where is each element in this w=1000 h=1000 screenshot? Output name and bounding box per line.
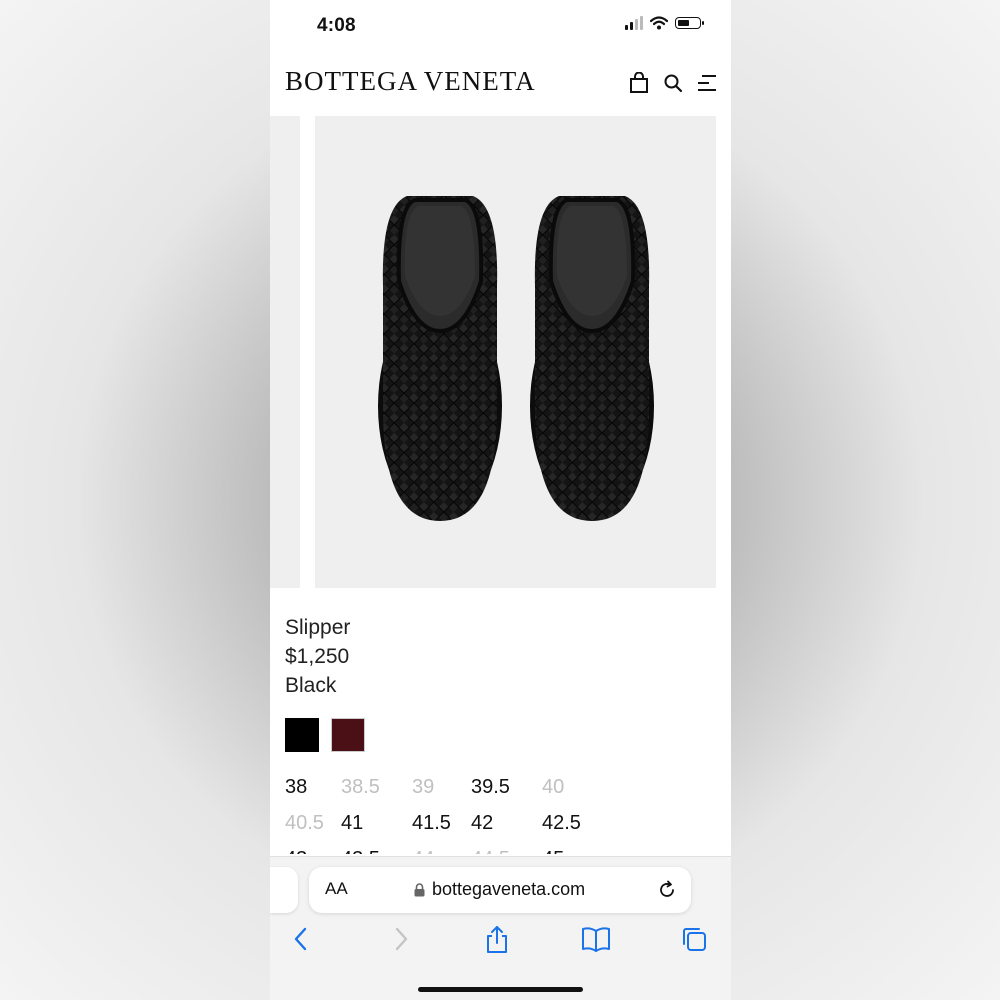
share-icon[interactable]: [484, 925, 510, 955]
reload-icon[interactable]: [657, 880, 677, 900]
browser-bottom-bar: AA bottegaveneta.com: [270, 856, 731, 1000]
tabs-icon[interactable]: [680, 925, 708, 953]
browser-toolbar: [270, 925, 731, 959]
text-size-button[interactable]: AA: [325, 879, 348, 899]
battery-icon: [675, 17, 704, 29]
size-option-44.5[interactable]: 44.5: [471, 848, 510, 854]
forward-icon[interactable]: [392, 925, 410, 953]
menu-icon[interactable]: [697, 73, 717, 93]
bookmarks-icon[interactable]: [581, 925, 611, 953]
size-option-39[interactable]: 39: [412, 776, 434, 799]
slipper-pair-illustration: [378, 196, 654, 521]
status-time: 4:08: [317, 15, 356, 36]
product-name: Slipper: [285, 616, 351, 639]
size-option-42.5[interactable]: 42.5: [542, 812, 581, 835]
size-option-44[interactable]: 44: [412, 848, 434, 854]
right-slipper: [530, 196, 654, 521]
cellular-signal-icon: [625, 16, 643, 30]
size-selector: 38 38.5 39 39.5 40 40.5 41 41.5 42 42.5 43 43.5 44 44…: [285, 774, 725, 854]
size-option-40[interactable]: 40: [542, 776, 564, 799]
previous-tab-edge[interactable]: [270, 867, 298, 913]
size-option-45[interactable]: 45: [542, 848, 564, 854]
size-option-38.5[interactable]: 38.5: [341, 776, 380, 799]
size-option-41.5[interactable]: 41.5: [412, 812, 451, 835]
size-option-40.5[interactable]: 40.5: [285, 812, 324, 835]
header-actions: [629, 72, 717, 94]
size-option-39.5[interactable]: 39.5: [471, 776, 510, 799]
product-color: Black: [285, 674, 337, 697]
url-text: bottegaveneta.com: [432, 879, 586, 899]
wifi-icon: [650, 16, 668, 30]
address-bar[interactable]: AA bottegaveneta.com: [309, 867, 691, 913]
color-swatch-black[interactable]: [285, 718, 319, 752]
size-option-43[interactable]: 43: [285, 848, 307, 854]
status-icons: [625, 16, 704, 30]
left-slipper: [378, 196, 502, 521]
search-icon[interactable]: [663, 73, 683, 93]
phone-screen: 4:08 BOTTEGA VENETA Slipper $1,250 Black…: [270, 0, 731, 1000]
color-swatch-burgundy[interactable]: [331, 718, 365, 752]
lock-icon: [414, 882, 425, 896]
size-option-42[interactable]: 42: [471, 812, 493, 835]
shopping-bag-icon[interactable]: [629, 72, 649, 94]
home-indicator: [418, 987, 583, 992]
previous-product-image[interactable]: [270, 116, 300, 588]
size-option-38[interactable]: 38: [285, 776, 307, 799]
url-display[interactable]: bottegaveneta.com: [414, 879, 585, 900]
brand-logo[interactable]: BOTTEGA VENETA: [285, 66, 536, 97]
product-image[interactable]: [315, 116, 716, 588]
size-option-43.5[interactable]: 43.5: [341, 848, 380, 854]
battery-level: [678, 20, 690, 26]
product-price: $1,250: [285, 645, 350, 668]
back-icon[interactable]: [292, 925, 310, 953]
size-option-41[interactable]: 41: [341, 812, 363, 835]
